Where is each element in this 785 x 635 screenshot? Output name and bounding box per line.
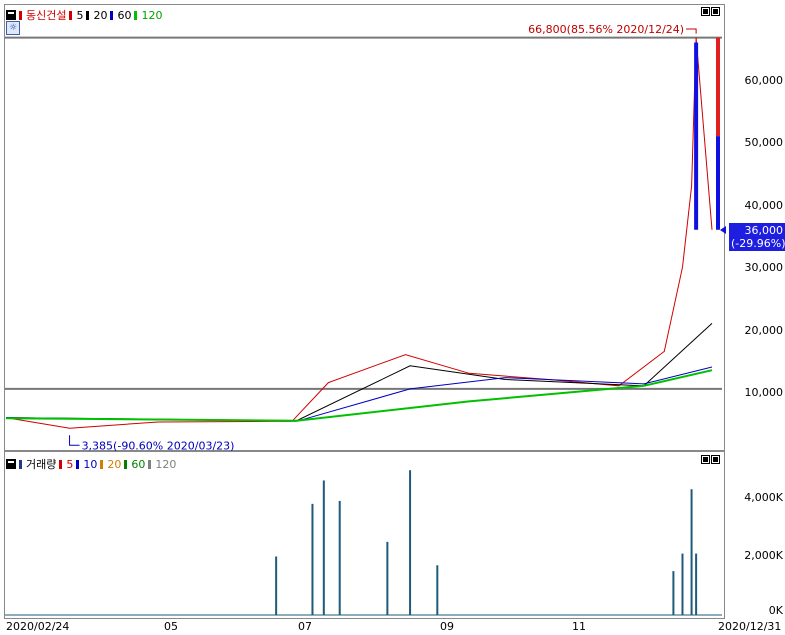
volume-bar — [311, 503, 314, 615]
volume-bar — [672, 571, 675, 615]
ma-line-20 — [5, 323, 713, 422]
volume-bar — [409, 470, 412, 615]
ma-line-5 — [5, 37, 713, 429]
volume-bar — [436, 565, 439, 615]
edge-bar-blue — [716, 136, 720, 230]
low-annotation-arrow — [69, 435, 80, 446]
stock-chart-window: 동신건설 5 20 60 120 ☼ 거래량 5 10 20 60 120 60… — [0, 0, 785, 635]
volume-bar — [690, 489, 693, 615]
volume-bar — [275, 556, 278, 615]
volume-bar — [338, 500, 341, 615]
volume-bar — [681, 553, 684, 615]
current-price-pointer — [720, 226, 726, 234]
high-annotation: 66,800(85.56% 2020/12/24) — [528, 23, 684, 36]
candle-high — [694, 42, 699, 230]
ma-line-120 — [5, 369, 713, 422]
price-chart: 66,800(85.56% 2020/12/24) 3,385(-90.60% 2… — [5, 23, 726, 616]
low-annotation: 3,385(-90.60% 2020/03/23) — [82, 439, 235, 452]
edge-bar-red — [716, 37, 720, 137]
volume-bar — [386, 541, 389, 615]
volume-bar — [695, 553, 698, 615]
high-annotation-arrow — [686, 28, 697, 34]
volume-bar — [322, 480, 325, 615]
